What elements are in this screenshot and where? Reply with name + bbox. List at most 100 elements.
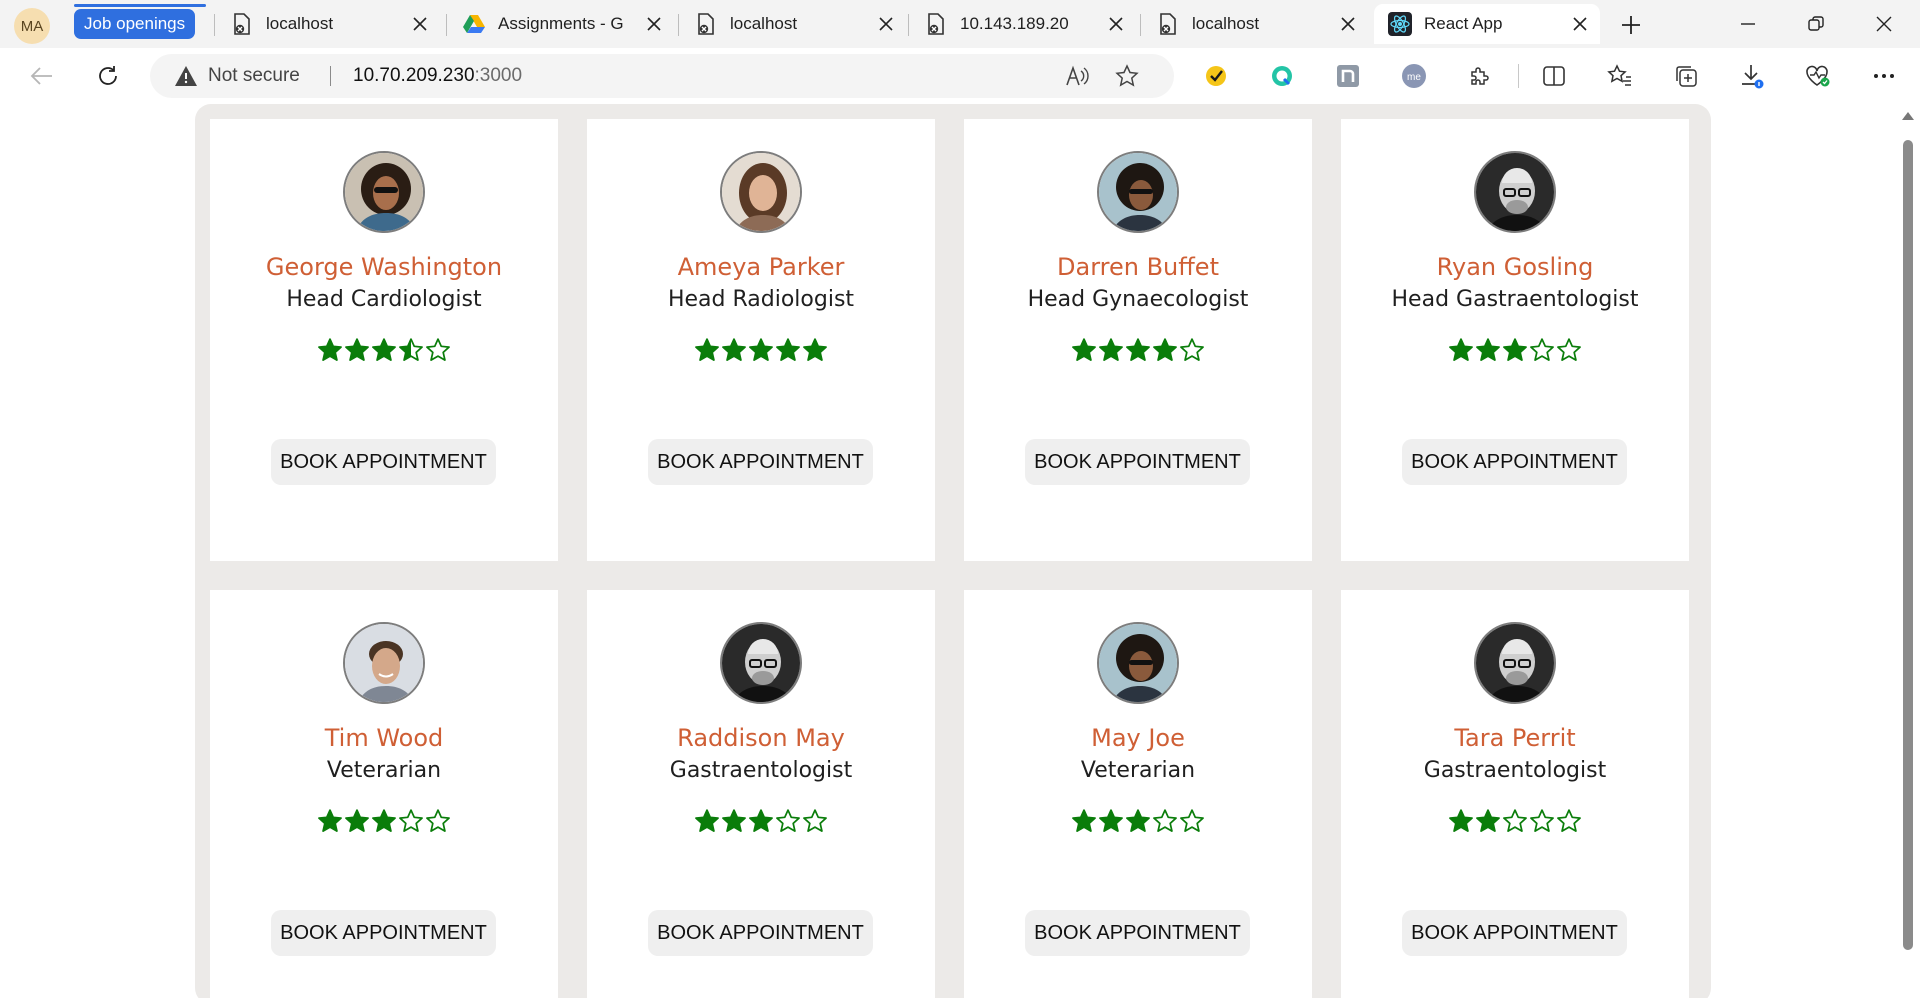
star-empty-icon [399,809,423,832]
tab-title: 10.143.189.20 [960,14,1069,33]
star-filled-icon [1476,809,1500,832]
doctor-avatar [1474,622,1556,704]
star-filled-icon [695,809,719,832]
downloads-button[interactable] [1732,58,1772,94]
blocked-page-icon [694,12,718,36]
star-filled-icon [695,338,719,361]
doctor-avatar [1097,622,1179,704]
close-icon[interactable] [1102,10,1130,38]
split-screen-button[interactable] [1534,58,1574,94]
doctor-specialty: Head Gynaecologist [1027,287,1249,312]
tab-localhost-1[interactable]: localhost [216,4,440,44]
doctor-card: Ryan Gosling Head Gastraentologist Book … [1341,119,1689,561]
doctor-name: Ameya Parker [677,253,845,281]
profile-initials: MA [20,17,44,35]
doctor-name: Darren Buffet [1057,253,1219,281]
star-empty-icon [1180,338,1204,361]
address-separator [330,66,331,86]
extension-n[interactable] [1328,58,1368,94]
page-viewport: George Washington Head Cardiologist Book… [6,104,1896,998]
doctor-card: Tara Perrit Gastraentologist Book Appoin… [1341,590,1689,998]
extensions-button[interactable] [1460,58,1500,94]
browser-essentials-button[interactable] [1798,58,1838,94]
scroll-up-arrow-icon[interactable] [1902,112,1914,120]
back-button[interactable] [22,58,62,94]
plus-icon [1622,16,1640,34]
doctor-avatar [720,622,802,704]
new-tab-button[interactable] [1614,8,1648,42]
reload-icon [99,66,117,85]
star-outline-icon [1115,64,1139,87]
tab-group-indicator [74,4,206,7]
doctor-specialty: Gastraentologist [1423,758,1607,783]
book-appointment-button[interactable]: Book Appointment [271,910,496,956]
book-appointment-button[interactable]: Book Appointment [1025,910,1250,956]
book-appointment-button[interactable]: Book Appointment [1402,910,1627,956]
tab-ip-address[interactable]: 10.143.189.20 [910,4,1136,44]
restore-icon [1808,16,1824,31]
blocked-page-icon [1156,12,1180,36]
star-filled-icon [1126,338,1150,361]
close-icon[interactable] [1566,10,1594,38]
favorites-button[interactable] [1600,58,1640,94]
settings-more-button[interactable] [1864,58,1904,94]
doctor-avatar [1097,151,1179,233]
address-bar[interactable]: Not secure 10.70.209.230:3000 [150,54,1174,98]
restore-button[interactable] [1788,4,1844,44]
star-filled-icon [1072,338,1096,361]
reload-button[interactable] [88,58,128,94]
doctor-specialty: Head Cardiologist [286,287,482,312]
book-appointment-button[interactable]: Book Appointment [1402,439,1627,485]
extension-norton[interactable] [1196,58,1236,94]
tab-title: localhost [730,14,798,33]
doctor-name: May Joe [1091,724,1185,752]
tab-localhost-3[interactable]: localhost [1142,4,1368,44]
close-icon[interactable] [406,10,434,38]
book-appointment-button[interactable]: Book Appointment [1025,439,1250,485]
minimize-button[interactable] [1720,4,1776,44]
read-aloud-button[interactable] [1060,60,1094,92]
doctor-name: Tara Perrit [1454,724,1576,752]
star-filled-icon [1503,338,1527,361]
tab-react-app[interactable]: React App [1374,4,1600,44]
doctor-specialty: Head Radiologist [667,287,855,312]
tab-assignments[interactable]: Assignments - G [448,4,674,44]
star-filled-icon [1449,338,1473,361]
star-half-icon [399,338,423,361]
star-filled-icon [803,338,827,361]
star-empty-icon [1557,809,1581,832]
star-empty-icon [426,338,450,361]
book-appointment-button[interactable]: Book Appointment [648,910,873,956]
profile-avatar[interactable]: MA [14,8,50,44]
url-text[interactable]: 10.70.209.230:3000 [353,54,522,98]
tab-localhost-2[interactable]: localhost [680,4,906,44]
star-filled-icon [1072,809,1096,832]
star-empty-icon [1557,338,1581,361]
n-extension-icon [1337,65,1359,87]
star-empty-icon [1180,809,1204,832]
star-filled-icon [318,809,342,832]
puzzle-icon [1471,67,1489,85]
react-icon [1388,12,1412,36]
warning-icon [175,66,197,86]
favorite-button[interactable] [1110,60,1144,92]
doctor-card: George Washington Head Cardiologist Book… [210,119,558,561]
security-indicator[interactable]: Not secure [174,54,300,98]
scrollbar-thumb[interactable] [1903,140,1913,950]
close-icon[interactable] [640,10,668,38]
close-icon[interactable] [872,10,900,38]
extension-q[interactable] [1262,58,1302,94]
doctor-specialty: Veterarian [1080,758,1196,783]
star-rating [210,808,558,834]
vertical-scrollbar[interactable] [1896,104,1920,998]
book-appointment-button[interactable]: Book Appointment [648,439,873,485]
collections-button[interactable] [1666,58,1706,94]
tab-group-job-openings[interactable]: Job openings [74,9,196,39]
star-rating [210,337,558,363]
star-filled-icon [1449,809,1473,832]
book-appointment-button[interactable]: Book Appointment [271,439,496,485]
norton-check-icon [1206,66,1226,86]
extension-me[interactable]: me [1394,58,1434,94]
close-icon[interactable] [1334,10,1362,38]
close-window-button[interactable] [1856,4,1912,44]
